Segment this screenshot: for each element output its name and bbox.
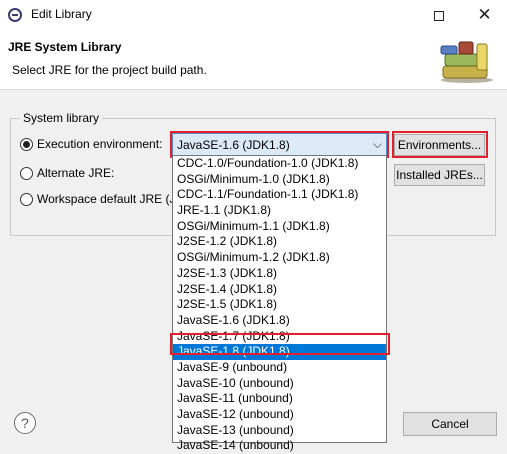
dropdown-item[interactable]: CDC-1.1/Foundation-1.1 (JDK1.8) <box>173 187 386 203</box>
dropdown-item[interactable]: JRE-1.1 (JDK1.8) <box>173 203 386 219</box>
maximize-button[interactable] <box>416 0 461 30</box>
dropdown-item[interactable]: JavaSE-12 (unbound) <box>173 407 386 423</box>
window-title: Edit Library <box>31 7 92 21</box>
dropdown-item[interactable]: JavaSE-13 (unbound) <box>173 423 386 439</box>
close-button[interactable]: ✕ <box>462 0 507 30</box>
dropdown-item[interactable]: JavaSE-1.8 (JDK1.8) <box>173 344 386 360</box>
dropdown-item[interactable]: CDC-1.0/Foundation-1.0 (JDK1.8) <box>173 156 386 172</box>
environments-button[interactable]: Environments... <box>394 134 485 156</box>
radio-button[interactable] <box>20 166 33 180</box>
dropdown-item[interactable]: JavaSE-9 (unbound) <box>173 360 386 376</box>
dropdown-item[interactable]: OSGi/Minimum-1.2 (JDK1.8) <box>173 250 386 266</box>
dropdown-item[interactable]: JavaSE-10 (unbound) <box>173 376 386 392</box>
dropdown-item[interactable]: OSGi/Minimum-1.0 (JDK1.8) <box>173 172 386 188</box>
help-icon[interactable]: ? <box>14 412 36 434</box>
radio-alternate-jre[interactable]: Alternate JRE: <box>20 166 114 180</box>
execution-environment-combo[interactable]: JavaSE-1.6 (JDK1.8) ⌵ <box>172 133 387 156</box>
dialog-header: JRE System Library Select JRE for the pr… <box>0 30 507 90</box>
radio-execution-environment[interactable]: Execution environment: <box>20 137 162 151</box>
eclipse-icon <box>8 8 22 22</box>
radio-button[interactable] <box>20 192 33 206</box>
page-title: JRE System Library <box>8 40 122 54</box>
library-books-icon <box>440 41 493 83</box>
cancel-button[interactable]: Cancel <box>403 412 497 436</box>
dropdown-item[interactable]: JavaSE-14 (unbound) <box>173 438 386 454</box>
title-bar: Edit Library ✕ <box>0 0 507 30</box>
page-description: Select JRE for the project build path. <box>12 63 207 77</box>
dropdown-item[interactable]: J2SE-1.3 (JDK1.8) <box>173 266 386 282</box>
radio-label: Workspace default JRE (JD <box>37 192 185 206</box>
radio-workspace-default-jre[interactable]: Workspace default JRE (JD <box>20 192 184 206</box>
installed-jres-button[interactable]: Installed JREs... <box>394 164 485 186</box>
radio-label: Alternate JRE: <box>37 166 115 180</box>
environment-dropdown-list[interactable]: CDC-1.0/Foundation-1.0 (JDK1.8) OSGi/Mini… <box>172 155 387 452</box>
combo-value: JavaSE-1.6 (JDK1.8) <box>177 137 290 152</box>
dropdown-item[interactable]: JavaSE-1.6 (JDK1.8) <box>173 313 386 329</box>
group-label: System library <box>20 111 103 125</box>
maximize-icon <box>433 11 444 22</box>
dropdown-item[interactable]: J2SE-1.2 (JDK1.8) <box>173 234 386 250</box>
dropdown-item[interactable]: JavaSE-1.7 (JDK1.8) <box>173 329 386 345</box>
dropdown-item[interactable]: J2SE-1.5 (JDK1.8) <box>173 297 386 313</box>
dropdown-item[interactable]: J2SE-1.4 (JDK1.8) <box>173 282 386 298</box>
radio-label: Execution environment: <box>37 137 163 151</box>
chevron-down-icon[interactable]: ⌵ <box>373 137 382 152</box>
dropdown-item[interactable]: JavaSE-11 (unbound) <box>173 391 386 407</box>
dropdown-item[interactable]: OSGi/Minimum-1.1 (JDK1.8) <box>173 219 386 235</box>
radio-button[interactable] <box>20 137 33 151</box>
